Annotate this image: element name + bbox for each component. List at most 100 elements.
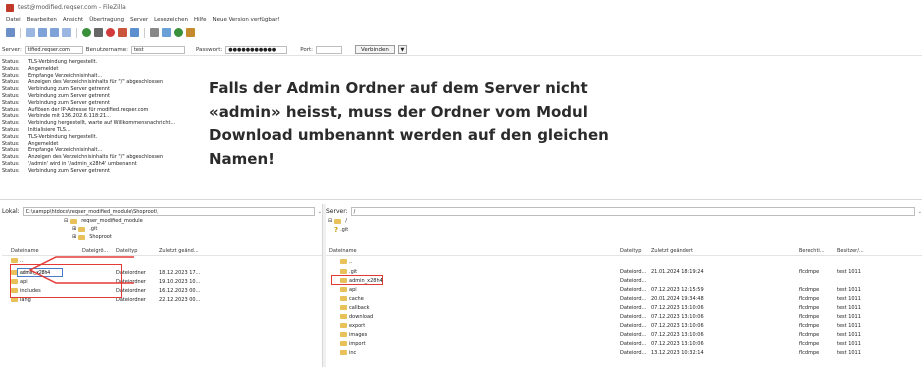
remote-path-input[interactable]: / <box>350 207 915 216</box>
menu-lesezeichen[interactable]: Lesezeichen <box>154 17 188 23</box>
site-manager-icon[interactable] <box>6 28 15 37</box>
table-row[interactable]: export Dateiord... 07.12.2023 13:10:06 f… <box>326 322 922 330</box>
log-line: Status: Angemeldet <box>2 65 59 72</box>
remote-site-bar: Server: / ⌄ <box>326 206 922 217</box>
process-queue-icon[interactable] <box>94 28 103 37</box>
expand-icon[interactable]: ⊟ <box>64 218 68 224</box>
tree-node[interactable]: ? .git <box>334 226 348 234</box>
folder-icon <box>340 350 347 355</box>
folder-icon <box>70 218 78 224</box>
filezilla-logo-icon <box>6 3 14 12</box>
window-title: test@modified.reqser.com - FileZilla <box>18 4 126 11</box>
table-row[interactable]: import Dateiord... 07.12.2023 13:10:06 f… <box>326 340 922 348</box>
menu-uebertragung[interactable]: Übertragung <box>89 17 124 23</box>
column-modified[interactable]: Zuletzt geänd... <box>159 248 199 254</box>
table-row[interactable]: .. <box>326 258 922 266</box>
title-bar: test@modified.reqser.com - FileZilla <box>0 0 922 15</box>
sync-browse-icon[interactable] <box>174 28 183 37</box>
tree-node[interactable]: ⊟ / <box>328 218 347 224</box>
toolbar-separator <box>20 27 21 38</box>
column-name[interactable]: Dateiname <box>329 248 357 254</box>
annotation-text: Falls der Admin Ordner auf dem Server ni… <box>209 79 609 168</box>
local-site-bar: Lokal: C:\xampp\htdocs\reqser_modified_m… <box>2 206 322 217</box>
column-modified[interactable]: Zuletzt geändert <box>651 248 693 254</box>
log-line: Status: Anzeigen des Verzeichnisinhalts f… <box>2 154 164 161</box>
log-line: Status: Verbindung hergestellt, warte auf… <box>2 120 176 127</box>
log-line: Status: TLS-Verbindung hergestellt. <box>2 133 98 140</box>
server-input[interactable] <box>24 45 83 54</box>
folder-icon <box>340 323 347 328</box>
menu-new-version[interactable]: Neue Version verfügbar! <box>212 17 279 23</box>
folder-icon <box>340 287 347 292</box>
table-row[interactable]: callback Dateiord... 07.12.2023 13:10:06… <box>326 304 922 312</box>
table-row[interactable]: cache Dateiord... 20.01.2024 19:34:48 fl… <box>326 295 922 303</box>
toggle-local-tree-icon[interactable] <box>38 28 47 37</box>
toggle-log-icon[interactable] <box>26 28 35 37</box>
port-label: Port: <box>300 46 314 53</box>
cancel-icon[interactable] <box>106 28 115 37</box>
expand-icon[interactable]: ⊟ <box>328 218 332 224</box>
folder-icon <box>334 218 342 224</box>
refresh-icon[interactable] <box>82 28 91 37</box>
compare-icon[interactable] <box>186 28 195 37</box>
column-type[interactable]: Dateityp <box>620 248 641 254</box>
chevron-down-icon[interactable]: ⌄ <box>918 209 922 215</box>
disconnect-icon[interactable] <box>118 28 127 37</box>
log-line: Status: '/admin' wird in '/admin_x28h4' u… <box>2 161 137 167</box>
chevron-down-icon[interactable]: ▼ <box>397 45 407 54</box>
folder-icon <box>340 269 347 274</box>
log-line: Status: Empfange Verzeichnisinhalt... <box>2 147 103 154</box>
table-row[interactable]: admin_x28h4 Dateiord... <box>326 277 922 285</box>
reconnect-icon[interactable] <box>130 28 139 37</box>
log-line: Status: Angemeldet <box>2 140 59 147</box>
column-permissions[interactable]: Berechti... <box>799 248 825 254</box>
table-row[interactable]: download Dateiord... 07.12.2023 13:10:06… <box>326 313 922 321</box>
table-row[interactable]: .git Dateiord... 21.01.2024 18:19:24 flc… <box>326 268 922 276</box>
remote-directory-tree: ⊟ / ? .git <box>326 218 922 242</box>
table-row[interactable]: images Dateiord... 07.12.2023 13:10:06 f… <box>326 331 922 339</box>
quickconnect-bar: Server: Benutzername: Passwort: Port: Ve… <box>0 44 922 56</box>
tree-node[interactable]: ⊟ reqser_modified_module <box>64 218 143 224</box>
log-line: Status: Verbinde mit 136.202.6.118:21... <box>2 113 111 120</box>
folder-icon <box>340 278 347 283</box>
menu-server[interactable]: Server <box>130 17 148 23</box>
log-line: Status: Verbindung zum Server getrennt <box>2 99 110 106</box>
tree-node[interactable]: ⊞ Shoproot <box>72 234 112 240</box>
search-icon[interactable] <box>162 28 171 37</box>
username-label: Benutzername: <box>85 46 128 53</box>
folder-icon <box>340 296 347 301</box>
password-input[interactable] <box>225 45 288 54</box>
toolbar <box>0 25 922 40</box>
folder-icon <box>78 226 86 232</box>
column-owner[interactable]: Besitzer/... <box>837 248 864 254</box>
table-row[interactable]: api Dateiord... 07.12.2023 12:15:59 flcd… <box>326 286 922 294</box>
log-line: Status: Empfange Verzeichnisinhalt... <box>2 72 103 79</box>
remote-site-label: Server: <box>326 208 348 215</box>
menu-hilfe[interactable]: Hilfe <box>194 17 207 23</box>
log-line: Status: Verbindung zum Server getrennt <box>2 93 110 99</box>
toolbar-separator <box>76 27 77 38</box>
log-line: Status: Anzeigen des Verzeichnisinhalts f… <box>2 79 164 86</box>
tree-node[interactable]: ⊞ .git <box>72 226 97 232</box>
toolbar-separator <box>144 27 145 38</box>
password-label: Passwort: <box>195 46 223 53</box>
menu-datei[interactable]: Datei <box>6 17 21 23</box>
log-line: Status: Verbindung zum Server getrennt <box>2 86 110 93</box>
menu-ansicht[interactable]: Ansicht <box>63 17 83 23</box>
question-mark-icon: ? <box>334 226 339 234</box>
toggle-queue-icon[interactable] <box>62 28 71 37</box>
log-line: Status: Initialisiere TLS... <box>2 127 71 133</box>
filter-icon[interactable] <box>150 28 159 37</box>
menu-bearbeiten[interactable]: Bearbeiten <box>27 17 57 23</box>
folder-icon <box>340 332 347 337</box>
expand-icon[interactable]: ⊞ <box>72 226 76 232</box>
table-row[interactable]: inc Dateiord... 13.12.2023 10:32:14 flcd… <box>326 349 922 357</box>
port-input[interactable] <box>316 45 343 54</box>
remote-list-header: Dateiname Dateityp Zuletzt geändert Bere… <box>326 247 922 256</box>
toggle-remote-tree-icon[interactable] <box>50 28 59 37</box>
expand-icon[interactable]: ⊞ <box>72 234 76 240</box>
username-input[interactable] <box>130 45 185 54</box>
folder-icon <box>340 305 347 310</box>
local-path-input[interactable]: C:\xampp\htdocs\reqser_modified_module\S… <box>22 207 315 216</box>
connect-button[interactable]: Verbinden <box>355 45 395 54</box>
